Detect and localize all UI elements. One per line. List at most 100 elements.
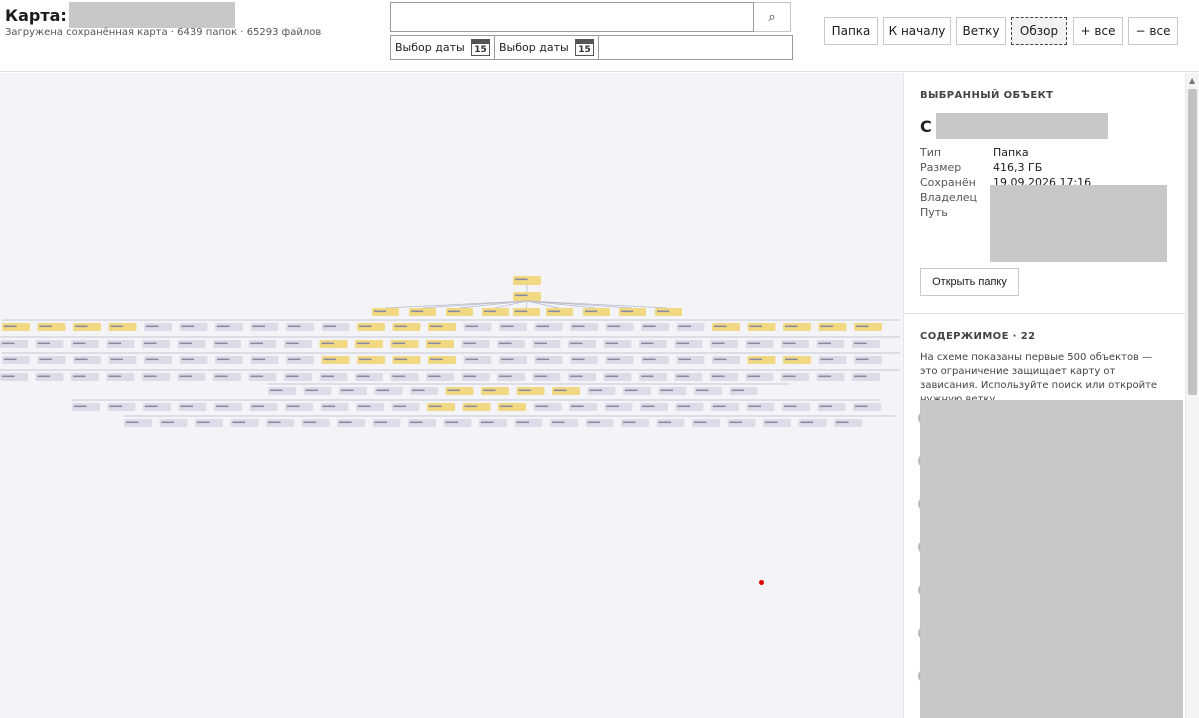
tree-node-caption [270, 389, 283, 392]
tree-node-caption [39, 325, 53, 328]
tree-node-caption [678, 358, 692, 361]
tree-node-caption [73, 342, 86, 345]
tree-node-caption [501, 325, 514, 328]
tree-node-caption [800, 421, 814, 424]
calendar-icon[interactable]: 15 [471, 39, 490, 56]
tree-node-caption [392, 342, 406, 345]
page-title: Карта: [5, 5, 67, 25]
tree-node-caption [643, 358, 656, 361]
tree-node-caption [268, 421, 281, 424]
tree-node-caption [641, 375, 654, 378]
tree-node-caption [376, 389, 390, 392]
tree-node-caption [819, 405, 833, 408]
tree-node-caption [144, 375, 157, 378]
cursor-marker [759, 580, 764, 585]
tree-node-caption [110, 358, 124, 361]
header: Карта: Загружена сохранённая карта · 643… [0, 0, 1199, 72]
tree-node-caption [589, 389, 603, 392]
tree-node-caption [548, 310, 561, 313]
tree-node-caption [374, 310, 387, 313]
tree-node-caption [357, 342, 370, 345]
tree-node-caption [321, 375, 335, 378]
tree-node-caption [359, 358, 372, 361]
tree-node-caption [181, 358, 195, 361]
search-input[interactable] [390, 2, 754, 32]
saved-label: Сохранён [920, 176, 976, 189]
tree-node-caption [534, 342, 548, 345]
panel-scrollbar[interactable]: ▲ [1185, 73, 1199, 718]
tree-node-caption [146, 358, 159, 361]
tree-node-caption [448, 310, 461, 313]
redacted-object-name [935, 113, 1108, 139]
folder-tree-graph[interactable] [0, 73, 903, 718]
tree-node-caption [731, 389, 745, 392]
tree-node-caption [641, 342, 654, 345]
tree-node-caption [73, 375, 86, 378]
panel-divider [904, 313, 1185, 314]
tree-node-caption [501, 358, 514, 361]
tree-node-caption [252, 358, 266, 361]
collapse-all-button[interactable]: − все [1128, 17, 1178, 45]
tree-node-caption [660, 389, 674, 392]
open-folder-button[interactable]: Открыть папку [920, 268, 1019, 296]
date-from-picker[interactable]: Выбор даты 15 [391, 36, 495, 59]
tree-node-caption [570, 342, 583, 345]
branch-button[interactable]: Ветку [956, 17, 1006, 45]
tree-node-caption [288, 358, 301, 361]
date-to-picker[interactable]: Выбор даты 15 [495, 36, 599, 59]
tree-folder-node-highlighted[interactable] [513, 292, 541, 301]
selected-object-heading: ВЫБРАННЫЙ ОБЪЕКТ [920, 90, 1054, 101]
overview-button[interactable]: Обзор [1011, 17, 1067, 45]
tree-root-node[interactable] [513, 276, 541, 285]
tree-node-caption [500, 405, 513, 408]
tree-node-caption [855, 405, 868, 408]
tree-node-caption [286, 342, 299, 345]
tree-node-caption [252, 325, 266, 328]
tree-node-caption [729, 421, 743, 424]
tree-node-caption [110, 325, 124, 328]
tree-node-caption [323, 358, 337, 361]
tree-node-caption [463, 375, 477, 378]
tree-node-caption [216, 405, 229, 408]
tree-node-caption [481, 421, 494, 424]
scrollbar-thumb[interactable] [1188, 89, 1197, 395]
tree-node-caption [749, 358, 763, 361]
tree-node-caption [4, 358, 17, 361]
tree-node-caption [643, 325, 656, 328]
tree-node-caption [605, 375, 619, 378]
to-start-button[interactable]: К началу [883, 17, 951, 45]
tree-node-caption [465, 358, 479, 361]
tree-node-caption [430, 358, 443, 361]
tree-node-caption [676, 375, 690, 378]
tree-node-caption [430, 325, 443, 328]
tree-node-caption [217, 325, 230, 328]
tree-node-caption [179, 375, 193, 378]
date-filter-row: Выбор даты 15 Выбор даты 15 [390, 35, 793, 60]
tree-node-caption [623, 421, 636, 424]
tree-node-caption [374, 421, 388, 424]
tree-node-caption [392, 375, 406, 378]
tree-node-caption [108, 342, 122, 345]
filter-extra-field[interactable] [599, 36, 792, 59]
tree-node-caption [74, 405, 87, 408]
contents-heading: СОДЕРЖИМОЕ · 22 [920, 331, 1036, 342]
tree-node-caption [676, 342, 690, 345]
tree-node-caption [605, 342, 619, 345]
search-button[interactable]: ⌕ [754, 2, 791, 32]
size-value: 416,3 ГБ [993, 161, 1043, 174]
tree-node-caption [179, 342, 193, 345]
scroll-up-arrow-icon[interactable]: ▲ [1189, 76, 1195, 85]
tree-node-caption [783, 375, 796, 378]
tree-node-caption [146, 325, 159, 328]
map-canvas[interactable] [0, 73, 903, 718]
tree-edge [458, 300, 528, 309]
expand-all-button[interactable]: + все [1073, 17, 1123, 45]
tree-node-caption [232, 421, 246, 424]
calendar-icon[interactable]: 15 [575, 39, 594, 56]
tree-node-caption [445, 421, 459, 424]
tree-node-caption [394, 358, 408, 361]
map-status-text: Загружена сохранённая карта · 6439 папок… [5, 27, 322, 38]
folder-button[interactable]: Папка [824, 17, 878, 45]
redacted-contents-list [920, 400, 1183, 718]
tree-edge [525, 300, 528, 309]
